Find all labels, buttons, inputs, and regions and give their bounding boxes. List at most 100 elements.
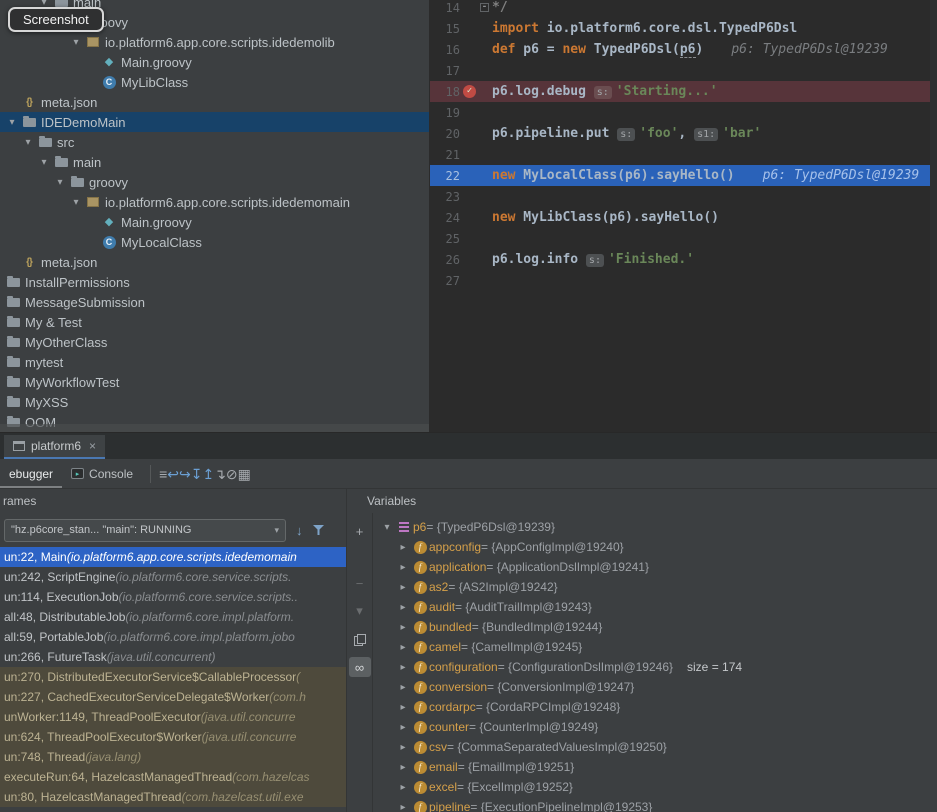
frame-row[interactable]: un:270, DistributedExecutorService$Calla…: [0, 667, 346, 687]
breakpoint-icon[interactable]: ✓: [463, 85, 476, 98]
editor-line-15[interactable]: 15import io.platform6.core.dsl.TypedP6Ds…: [430, 18, 937, 39]
chevron-down-icon[interactable]: ▾: [52, 177, 68, 188]
chevron-right-icon[interactable]: ▸: [395, 542, 411, 553]
variable-row-appconfig[interactable]: ▸fappconfig = {AppConfigImpl@19240}: [373, 537, 937, 557]
frame-row[interactable]: un:22, Main (io.platform6.app.core.scrip…: [0, 547, 346, 567]
editor-line-26[interactable]: 26p6.log.info s:'Finished.': [430, 249, 937, 270]
frame-row[interactable]: un:748, Thread (java.lang): [0, 747, 346, 767]
tree-row-mytest[interactable]: mytest: [0, 352, 429, 372]
drop-frame-icon[interactable]: ↴: [214, 466, 226, 482]
fold-icon[interactable]: -: [480, 3, 489, 12]
tree-row-my-test[interactable]: My & Test: [0, 312, 429, 332]
chevron-right-icon[interactable]: ▸: [395, 742, 411, 753]
editor-line-21[interactable]: 21: [430, 144, 937, 165]
screenshot-button[interactable]: Screenshot: [8, 7, 104, 32]
variable-row-counter[interactable]: ▸fcounter = {CounterImpl@19249}: [373, 717, 937, 737]
editor-line-20[interactable]: 20p6.pipeline.put s:'foo', s1:'bar': [430, 123, 937, 144]
editor-line-23[interactable]: 23: [430, 186, 937, 207]
frame-row[interactable]: unWorker:1149, ThreadPoolExecutor (java.…: [0, 707, 346, 727]
chevron-down-icon[interactable]: ▾: [4, 117, 20, 128]
tree-row-myotherclass[interactable]: MyOtherClass: [0, 332, 429, 352]
thread-navigate-icon[interactable]: ↓: [296, 523, 303, 538]
tree-row-installpermissions[interactable]: InstallPermissions: [0, 272, 429, 292]
chevron-right-icon[interactable]: ▸: [395, 562, 411, 573]
tree-row-io-platform6-app-core-scripts-idedemomain[interactable]: ▾io.platform6.app.core.scripts.idedemoma…: [0, 192, 429, 212]
frame-row[interactable]: all:59, PortableJob (io.platform6.core.i…: [0, 627, 346, 647]
tree-row-mylocalclass[interactable]: CMyLocalClass: [0, 232, 429, 252]
step-into-icon[interactable]: ↧: [191, 466, 203, 482]
variable-row-camel[interactable]: ▸fcamel = {CamelImpl@19245}: [373, 637, 937, 657]
move-watch-down-icon[interactable]: ▾: [349, 601, 371, 621]
frame-row[interactable]: un:114, ExecutionJob (io.platform6.core.…: [0, 587, 346, 607]
variable-row-as2[interactable]: ▸fas2 = {AS2Impl@19242}: [373, 577, 937, 597]
thread-dropdown[interactable]: "hz.p6core_stan... "main": RUNNING ▾: [4, 519, 286, 542]
variable-row-conversion[interactable]: ▸fconversion = {ConversionImpl@19247}: [373, 677, 937, 697]
step-out-icon[interactable]: ↥: [202, 466, 214, 482]
chevron-right-icon[interactable]: ▸: [395, 702, 411, 713]
editor-line-22[interactable]: 22new MyLocalClass(p6).sayHello()p6: Typ…: [430, 165, 937, 186]
copy-icon[interactable]: [349, 629, 371, 649]
filter-icon[interactable]: [313, 523, 324, 538]
frame-row[interactable]: all:48, DistributableJob (io.platform6.c…: [0, 607, 346, 627]
variable-row-audit[interactable]: ▸faudit = {AuditTrailImpl@19243}: [373, 597, 937, 617]
tree-row-myworkflowtest[interactable]: MyWorkflowTest: [0, 372, 429, 392]
variable-row-cordarpc[interactable]: ▸fcordarpc = {CordaRPCImpl@19248}: [373, 697, 937, 717]
variable-row-p6[interactable]: ▾p6 = {TypedP6Dsl@19239}: [373, 517, 937, 537]
chevron-right-icon[interactable]: ▸: [395, 802, 411, 812]
frame-row[interactable]: un:80, HazelcastManagedThread (com.hazel…: [0, 787, 346, 807]
chevron-right-icon[interactable]: ▸: [395, 722, 411, 733]
tree-row-src[interactable]: ▾src: [0, 132, 429, 152]
view-breakpoints-icon[interactable]: ▦: [238, 466, 251, 482]
tree-row-main-groovy[interactable]: ◆Main.groovy: [0, 52, 429, 72]
variable-row-bundled[interactable]: ▸fbundled = {BundledImpl@19244}: [373, 617, 937, 637]
watches-toggle-icon[interactable]: ∞: [349, 657, 371, 677]
frame-row[interactable]: un:624, ThreadPoolExecutor$Worker (java.…: [0, 727, 346, 747]
editor-line-27[interactable]: 27: [430, 270, 937, 291]
variable-row-pipeline[interactable]: ▸fpipeline = {ExecutionPipelineImpl@1925…: [373, 797, 937, 812]
tree-row-groovy[interactable]: ▾groovy: [0, 172, 429, 192]
chevron-down-icon[interactable]: ▾: [36, 157, 52, 168]
add-watch-icon[interactable]: +: [349, 521, 371, 541]
tree-row-main-groovy[interactable]: ◆Main.groovy: [0, 212, 429, 232]
chevron-right-icon[interactable]: ▸: [395, 662, 411, 673]
frame-row[interactable]: un:266, FutureTask (java.util.concurrent…: [0, 647, 346, 667]
chevron-right-icon[interactable]: ▸: [395, 622, 411, 633]
tree-row-io-platform6-app-core-scripts-idedemolib[interactable]: ▾io.platform6.app.core.scripts.idedemoli…: [0, 32, 429, 52]
editor-line-14[interactable]: 14-*/: [430, 0, 937, 18]
editor-scrollbar[interactable]: [930, 0, 937, 432]
chevron-down-icon[interactable]: ▾: [68, 37, 84, 48]
code-editor[interactable]: 14-*/15import io.platform6.core.dsl.Type…: [430, 0, 937, 432]
chevron-down-icon[interactable]: ▾: [20, 137, 36, 148]
variable-row-excel[interactable]: ▸fexcel = {ExcelImpl@19252}: [373, 777, 937, 797]
editor-line-19[interactable]: 19: [430, 102, 937, 123]
close-icon[interactable]: ×: [89, 439, 96, 453]
mute-breakpoints-icon[interactable]: ⊘: [226, 466, 238, 482]
frame-row[interactable]: un:227, CachedExecutorServiceDelegate$Wo…: [0, 687, 346, 707]
chevron-down-icon[interactable]: ▾: [379, 522, 395, 533]
chevron-right-icon[interactable]: ▸: [395, 642, 411, 653]
chevron-right-icon[interactable]: ▸: [395, 762, 411, 773]
tree-row-idedemomain[interactable]: ▾IDEDemoMain: [0, 112, 429, 132]
editor-line-24[interactable]: 24new MyLibClass(p6).sayHello(): [430, 207, 937, 228]
tree-row-meta-json[interactable]: {}meta.json: [0, 92, 429, 112]
chevron-down-icon[interactable]: ▾: [68, 197, 84, 208]
chevron-right-icon[interactable]: ▸: [395, 602, 411, 613]
remove-watch-icon[interactable]: −: [349, 573, 371, 593]
frame-row[interactable]: un:242, ScriptEngine (io.platform6.core.…: [0, 567, 346, 587]
tree-row-messagesubmission[interactable]: MessageSubmission: [0, 292, 429, 312]
tree-row-main[interactable]: ▾main: [0, 152, 429, 172]
tree-row-meta-json[interactable]: {}meta.json: [0, 252, 429, 272]
editor-line-16[interactable]: 16def p6 = new TypedP6Dsl(p6)p6: TypedP6…: [430, 39, 937, 60]
tab-console[interactable]: ▸ Console: [62, 459, 142, 488]
chevron-right-icon[interactable]: ▸: [395, 682, 411, 693]
step-over-icon[interactable]: ↪: [179, 466, 191, 482]
tab-debugger[interactable]: ebugger: [0, 459, 62, 488]
show-execution-point-icon[interactable]: ↩: [167, 466, 179, 482]
editor-line-18[interactable]: 18✓p6.log.debug s:'Starting...': [430, 81, 937, 102]
chevron-right-icon[interactable]: ▸: [395, 782, 411, 793]
tab-platform6[interactable]: platform6 ×: [4, 435, 105, 459]
chevron-right-icon[interactable]: ▸: [395, 582, 411, 593]
variable-row-configuration[interactable]: ▸fconfiguration = {ConfigurationDslImpl@…: [373, 657, 937, 677]
tree-row-mylibclass[interactable]: CMyLibClass: [0, 72, 429, 92]
editor-line-17[interactable]: 17: [430, 60, 937, 81]
